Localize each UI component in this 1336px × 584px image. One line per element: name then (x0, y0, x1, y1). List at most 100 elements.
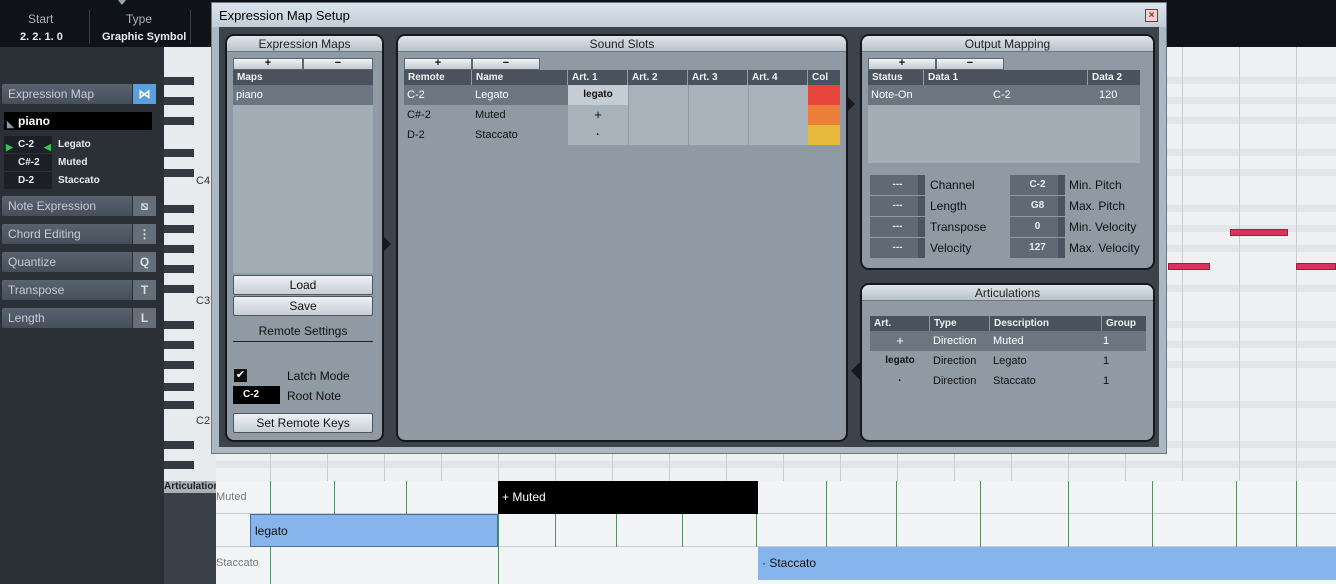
add-output-button[interactable]: + (868, 58, 936, 70)
articulation-row[interactable]: D-2 Staccato (4, 172, 152, 189)
sound-slot-row[interactable]: D-2 Staccato · (404, 125, 840, 145)
slot-art1[interactable]: + (568, 105, 628, 125)
quantize-section[interactable]: Quantize Q (2, 252, 156, 272)
black-key[interactable] (164, 461, 194, 469)
staccato-event[interactable]: · Staccato (758, 547, 1336, 580)
transpose-field[interactable]: --- (870, 217, 925, 237)
spinner-icon[interactable] (918, 217, 925, 237)
transpose-icon[interactable]: T (132, 280, 156, 300)
black-key[interactable] (164, 265, 194, 273)
slot-art4[interactable] (748, 85, 808, 105)
channel-field[interactable]: --- (870, 175, 925, 195)
load-button[interactable]: Load (233, 275, 373, 295)
midi-note[interactable] (1230, 229, 1288, 236)
black-key[interactable] (164, 401, 194, 409)
velocity-field[interactable]: --- (870, 238, 925, 258)
output-mapping-list[interactable]: Note-On C-2 120 (868, 85, 1140, 163)
add-slot-button[interactable]: + (404, 58, 472, 70)
set-remote-keys-button[interactable]: Set Remote Keys (233, 413, 373, 433)
articulation-entry[interactable]: legato Direction Legato 1 (870, 351, 1146, 371)
start-value[interactable]: 2. 2. 1. 0 (20, 31, 63, 43)
spinner-icon[interactable] (918, 175, 925, 195)
length-field[interactable]: --- (870, 196, 925, 216)
sound-slot-row[interactable]: C#-2 Muted + (404, 105, 840, 125)
midi-note[interactable] (1296, 263, 1336, 270)
quantize-icon[interactable]: Q (132, 252, 156, 272)
length-icon[interactable]: L (132, 308, 156, 328)
black-key[interactable] (164, 149, 194, 157)
slot-art4[interactable] (748, 125, 808, 145)
slot-art3[interactable] (688, 105, 748, 125)
max-pitch-field[interactable]: G8 (1010, 196, 1065, 216)
black-key[interactable] (164, 117, 194, 125)
remove-map-button[interactable]: − (303, 58, 373, 70)
black-key[interactable] (164, 341, 194, 349)
slot-art2[interactable] (628, 85, 688, 105)
black-key[interactable] (164, 169, 194, 177)
lane-row-muted[interactable]: Muted (216, 481, 1336, 514)
slot-color-swatch[interactable] (808, 85, 840, 105)
spinner-icon[interactable] (1058, 217, 1065, 237)
slot-art4[interactable] (748, 105, 808, 125)
latch-mode-checkbox[interactable]: ✔ (234, 369, 247, 382)
note-expression-section[interactable]: Note Expression ⧅ (2, 196, 156, 216)
black-key[interactable] (164, 383, 194, 391)
black-key[interactable] (164, 441, 194, 449)
expression-map-section[interactable]: Expression Map ⋈ (2, 84, 156, 104)
type-cell[interactable]: Type Graphic Symbol (90, 0, 190, 47)
length-section[interactable]: Length L (2, 308, 156, 328)
maps-list[interactable]: piano (233, 85, 373, 273)
min-pitch-field[interactable]: C-2 (1010, 175, 1065, 195)
legato-event[interactable]: legato (250, 514, 498, 547)
type-value[interactable]: Graphic Symbol (102, 31, 186, 43)
start-cell[interactable]: Start 2. 2. 1. 0 (0, 0, 90, 47)
slot-art2[interactable] (628, 125, 688, 145)
max-velocity-field[interactable]: 127 (1010, 238, 1065, 258)
slot-art1[interactable]: legato (568, 85, 628, 105)
save-button[interactable]: Save (233, 296, 373, 316)
black-key[interactable] (164, 361, 194, 369)
chord-editing-section[interactable]: Chord Editing ⋮ (2, 224, 156, 244)
slot-art3[interactable] (688, 85, 748, 105)
root-note-field[interactable]: C-2 (233, 386, 280, 404)
articulation-entry[interactable]: · Direction Staccato 1 (870, 371, 1146, 391)
sound-slot-row[interactable]: C-2 Legato legato (404, 85, 840, 105)
piano-keyboard[interactable]: C4 C3 C2 (164, 47, 216, 481)
articulation-row[interactable]: ▶ C-2 ◀ Legato (4, 136, 152, 153)
black-key[interactable] (164, 205, 194, 213)
transpose-section[interactable]: Transpose T (2, 280, 156, 300)
spinner-icon[interactable] (918, 238, 925, 258)
slot-color-swatch[interactable] (808, 125, 840, 145)
spinner-icon[interactable] (918, 196, 925, 216)
articulation-entry[interactable]: + Direction Muted 1 (870, 331, 1146, 351)
spinner-icon[interactable] (1058, 196, 1065, 216)
close-icon[interactable]: × (1145, 9, 1158, 22)
output-mapping-row[interactable]: Note-On C-2 120 (868, 85, 1140, 105)
chord-editing-icon[interactable]: ⋮ (132, 224, 156, 244)
black-key[interactable] (164, 77, 194, 85)
map-item[interactable]: piano (233, 85, 373, 105)
remove-slot-button[interactable]: − (472, 58, 540, 70)
black-key[interactable] (164, 285, 194, 293)
dialog-titlebar[interactable]: Expression Map Setup × (212, 3, 1166, 27)
expression-map-icon[interactable]: ⋈ (132, 84, 156, 104)
slot-color-swatch[interactable] (808, 105, 840, 125)
expression-map-select[interactable]: ◣ piano (4, 112, 152, 130)
black-key[interactable] (164, 321, 194, 329)
spinner-icon[interactable] (1058, 175, 1065, 195)
articulation-row[interactable]: C#-2 Muted (4, 154, 152, 171)
black-key[interactable] (164, 225, 194, 233)
min-velocity-field[interactable]: 0 (1010, 217, 1065, 237)
slot-art1[interactable]: · (568, 125, 628, 145)
spinner-icon[interactable] (1058, 238, 1065, 258)
add-map-button[interactable]: + (233, 58, 303, 70)
remove-output-button[interactable]: − (936, 58, 1004, 70)
slot-art3[interactable] (688, 125, 748, 145)
note-expression-icon[interactable]: ⧅ (132, 196, 156, 216)
black-key[interactable] (164, 245, 194, 253)
slot-art2[interactable] (628, 105, 688, 125)
midi-note[interactable] (1168, 263, 1210, 270)
black-key[interactable] (164, 97, 194, 105)
articulation-lanes[interactable]: Muted Staccato + Muted legato · Staccato (216, 481, 1336, 584)
muted-event[interactable]: + Muted (498, 481, 758, 514)
